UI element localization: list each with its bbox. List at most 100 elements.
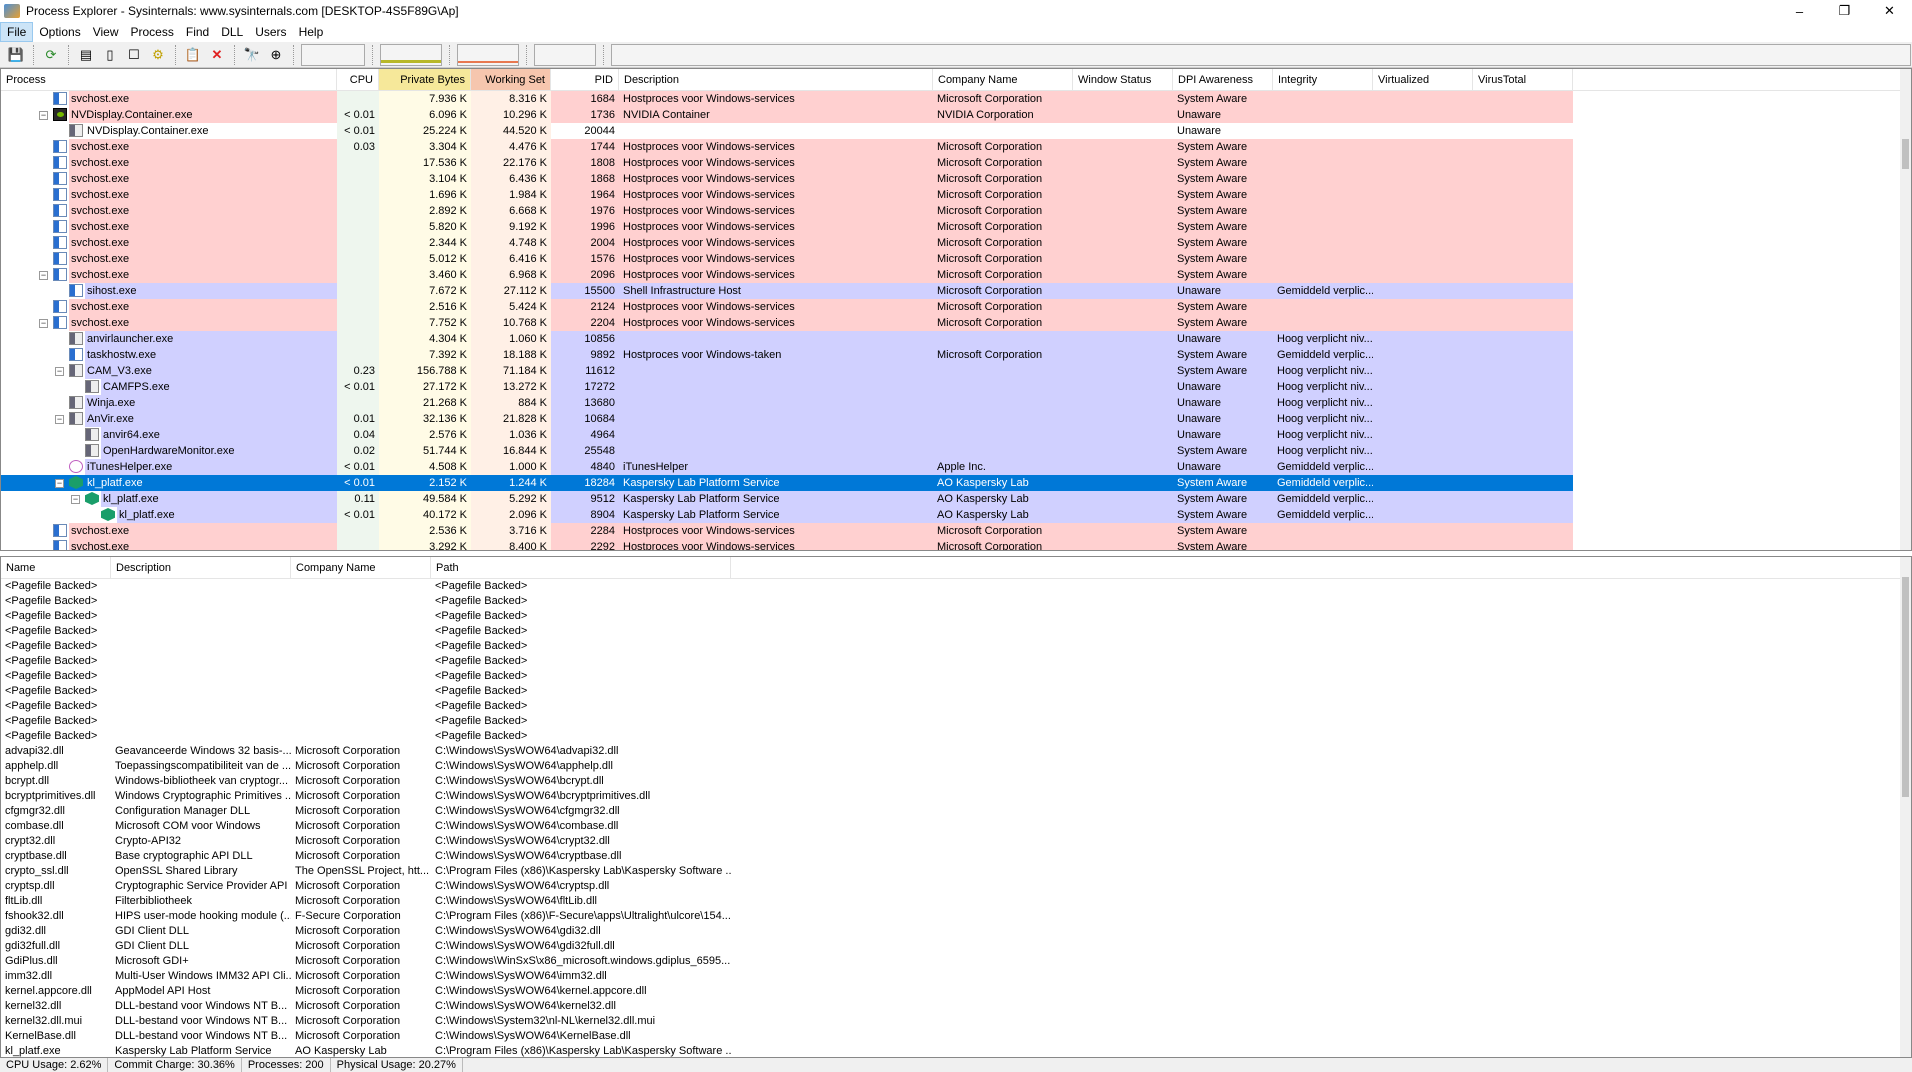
col-dpi-awareness[interactable]: DPI Awareness	[1173, 69, 1273, 90]
process-row[interactable]: svchost.exe 2.344 K 4.748 K 2004 Hostproces …	[1, 235, 1911, 251]
kill-process-icon[interactable]: ✕	[207, 45, 227, 65]
col-private-bytes[interactable]: Private Bytes	[379, 69, 471, 90]
process-row[interactable]: anvir64.exe 0.04 2.576 K 1.036 K 4964 Unaware…	[1, 427, 1911, 443]
find-icon[interactable]: 🔭	[242, 45, 262, 65]
process-name-cell[interactable]: svchost.exe	[1, 91, 337, 107]
dll-row[interactable]: cryptsp.dll Cryptographic Service Provide…	[1, 879, 1911, 894]
menu-users[interactable]: Users	[249, 23, 292, 41]
process-name-cell[interactable]: anvirlauncher.exe	[1, 331, 337, 347]
process-row[interactable]: svchost.exe 17.536 K 22.176 K 1808 Hostproce…	[1, 155, 1911, 171]
collapse-toggle[interactable]: −	[39, 271, 48, 280]
col-virtualized[interactable]: Virtualized	[1373, 69, 1473, 90]
dll-row[interactable]: combase.dll Microsoft COM voor Windows Mic…	[1, 819, 1911, 834]
process-row[interactable]: OpenHardwareMonitor.exe 0.02 51.744 K 16.84…	[1, 443, 1911, 459]
menu-find[interactable]: Find	[180, 23, 215, 41]
dll-row[interactable]: bcrypt.dll Windows-bibliotheek van crypto…	[1, 774, 1911, 789]
dll-row[interactable]: fltLib.dll Filterbibliotheek Microsoft Cor…	[1, 894, 1911, 909]
process-name-cell[interactable]: svchost.exe	[1, 299, 337, 315]
dll-row[interactable]: kernel.appcore.dll AppModel API Host Micro…	[1, 984, 1911, 999]
process-name-cell[interactable]: svchost.exe	[1, 203, 337, 219]
dll-row[interactable]: <Pagefile Backed> <Pagefile Backed>	[1, 609, 1911, 624]
col-virustotal[interactable]: VirusTotal	[1473, 69, 1573, 90]
process-row[interactable]: sihost.exe 7.672 K 27.112 K 15500 Shell Infr…	[1, 283, 1911, 299]
process-name-cell[interactable]: svchost.exe	[1, 155, 337, 171]
dll-row[interactable]: bcryptprimitives.dll Windows Cryptographi…	[1, 789, 1911, 804]
process-name-cell[interactable]: − AnVir.exe	[1, 411, 337, 427]
window-icon[interactable]: ☐	[124, 45, 144, 65]
network-graph[interactable]	[611, 43, 1911, 66]
col-dll-name[interactable]: Name	[1, 557, 111, 578]
col-dll-path[interactable]: Path	[431, 557, 731, 578]
process-name-cell[interactable]: − kl_platf.exe	[1, 491, 337, 507]
menu-process[interactable]: Process	[125, 23, 180, 41]
kill-tree-icon[interactable]: 📋	[183, 45, 203, 65]
process-row[interactable]: Winja.exe 21.268 K 884 K 13680 Unaware Hoog v…	[1, 395, 1911, 411]
process-row[interactable]: svchost.exe 3.104 K 6.436 K 1868 Hostproces …	[1, 171, 1911, 187]
commit-graph[interactable]	[380, 43, 442, 66]
process-row[interactable]: iTunesHelper.exe < 0.01 4.508 K 1.000 K 4840…	[1, 459, 1911, 475]
menu-file[interactable]: File	[0, 22, 34, 42]
dll-row[interactable]: crypto_ssl.dll OpenSSL Shared Library The …	[1, 864, 1911, 879]
menu-help[interactable]: Help	[293, 23, 330, 41]
dll-row[interactable]: imm32.dll Multi-User Windows IMM32 API Cl…	[1, 969, 1911, 984]
cpu-icon[interactable]: ⚙	[148, 45, 168, 65]
process-name-cell[interactable]: − svchost.exe	[1, 315, 337, 331]
process-row[interactable]: − svchost.exe 7.752 K 10.768 K 2204 Hostproce…	[1, 315, 1911, 331]
process-row[interactable]: kl_platf.exe < 0.01 40.172 K 2.096 K 8904 Kas…	[1, 507, 1911, 523]
process-row[interactable]: svchost.exe 2.892 K 6.668 K 1976 Hostproces …	[1, 203, 1911, 219]
process-name-cell[interactable]: − kl_platf.exe	[1, 475, 337, 491]
process-row[interactable]: − kl_platf.exe 0.11 49.584 K 5.292 K 9512 Kasp…	[1, 491, 1911, 507]
collapse-toggle[interactable]: −	[39, 111, 48, 120]
dll-row[interactable]: <Pagefile Backed> <Pagefile Backed>	[1, 639, 1911, 654]
menu-dll[interactable]: DLL	[215, 23, 249, 41]
collapse-toggle[interactable]: −	[71, 495, 80, 504]
dll-row[interactable]: <Pagefile Backed> <Pagefile Backed>	[1, 594, 1911, 609]
process-row[interactable]: CAMFPS.exe < 0.01 27.172 K 13.272 K 17272 Una…	[1, 379, 1911, 395]
dll-row[interactable]: cryptbase.dll Base cryptographic API DLL M…	[1, 849, 1911, 864]
dll-row[interactable]: kernel32.dll.mui DLL-bestand voor Windows…	[1, 1014, 1911, 1029]
process-name-cell[interactable]: svchost.exe	[1, 235, 337, 251]
col-window-status[interactable]: Window Status	[1073, 69, 1173, 90]
process-row[interactable]: svchost.exe 0.03 3.304 K 4.476 K 1744 Hostpro…	[1, 139, 1911, 155]
col-cpu[interactable]: CPU	[337, 69, 379, 90]
close-button[interactable]: ✕	[1867, 0, 1912, 22]
process-name-cell[interactable]: svchost.exe	[1, 539, 337, 550]
process-row[interactable]: svchost.exe 5.820 K 9.192 K 1996 Hostproces …	[1, 219, 1911, 235]
col-description[interactable]: Description	[619, 69, 933, 90]
process-row[interactable]: − kl_platf.exe < 0.01 2.152 K 1.244 K 18284 Ka…	[1, 475, 1911, 491]
process-name-cell[interactable]: − svchost.exe	[1, 267, 337, 283]
process-name-cell[interactable]: taskhostw.exe	[1, 347, 337, 363]
process-row[interactable]: − svchost.exe 3.460 K 6.968 K 2096 Hostproces…	[1, 267, 1911, 283]
process-name-cell[interactable]: anvir64.exe	[1, 427, 337, 443]
dll-row[interactable]: fshook32.dll HIPS user-mode hooking modul…	[1, 909, 1911, 924]
col-pid[interactable]: PID	[551, 69, 619, 90]
process-name-cell[interactable]: svchost.exe	[1, 187, 337, 203]
dll-row[interactable]: gdi32.dll GDI Client DLL Microsoft Corpora…	[1, 924, 1911, 939]
collapse-toggle[interactable]: −	[55, 479, 64, 488]
collapse-toggle[interactable]: −	[55, 367, 64, 376]
dll-row[interactable]: <Pagefile Backed> <Pagefile Backed>	[1, 624, 1911, 639]
dll-row[interactable]: gdi32full.dll GDI Client DLL Microsoft Cor…	[1, 939, 1911, 954]
process-row[interactable]: − AnVir.exe 0.01 32.136 K 21.828 K 10684 Unawa…	[1, 411, 1911, 427]
process-name-cell[interactable]: sihost.exe	[1, 283, 337, 299]
process-name-cell[interactable]: svchost.exe	[1, 219, 337, 235]
collapse-toggle[interactable]: −	[55, 415, 64, 424]
process-name-cell[interactable]: − NVDisplay.Container.exe	[1, 107, 337, 123]
process-name-cell[interactable]: svchost.exe	[1, 171, 337, 187]
io-graph[interactable]	[534, 43, 596, 66]
dll-row[interactable]: kl_platf.exe Kaspersky Lab Platform Servi…	[1, 1044, 1911, 1057]
dll-row[interactable]: <Pagefile Backed> <Pagefile Backed>	[1, 729, 1911, 744]
dll-row[interactable]: kernel32.dll DLL-bestand voor Windows NT …	[1, 999, 1911, 1014]
process-name-cell[interactable]: NVDisplay.Container.exe	[1, 123, 337, 139]
col-company[interactable]: Company Name	[933, 69, 1073, 90]
process-row[interactable]: anvirlauncher.exe 4.304 K 1.060 K 10856 Unaw…	[1, 331, 1911, 347]
collapse-toggle[interactable]: −	[39, 319, 48, 328]
process-scrollbar[interactable]	[1900, 69, 1911, 550]
process-row[interactable]: taskhostw.exe 7.392 K 18.188 K 9892 Hostproc…	[1, 347, 1911, 363]
dll-row[interactable]: <Pagefile Backed> <Pagefile Backed>	[1, 579, 1911, 594]
process-row[interactable]: svchost.exe 3.292 K 8.400 K 2292 Hostproces …	[1, 539, 1911, 550]
process-row[interactable]: svchost.exe 2.516 K 5.424 K 2124 Hostproces …	[1, 299, 1911, 315]
system-info-icon[interactable]: ▤	[76, 45, 96, 65]
process-row[interactable]: − NVDisplay.Container.exe < 0.01 6.096 K 10.…	[1, 107, 1911, 123]
dll-row[interactable]: KernelBase.dll DLL-bestand voor Windows N…	[1, 1029, 1911, 1044]
